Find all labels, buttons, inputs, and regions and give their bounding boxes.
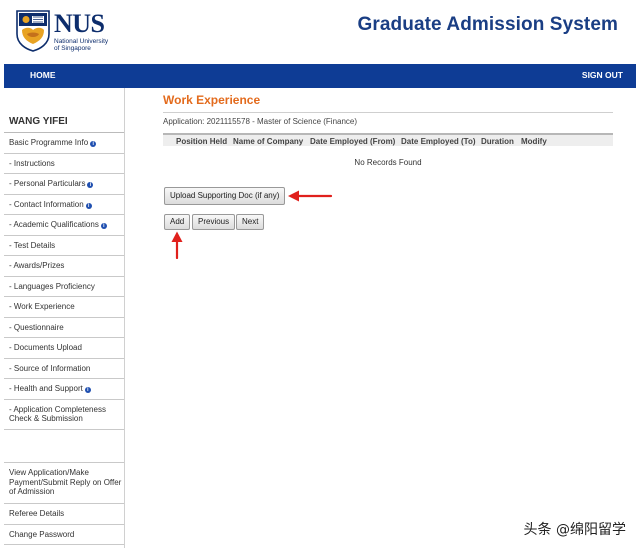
add-button[interactable]: Add [164, 214, 191, 230]
column-header-date-to: Date Employed (To) [401, 137, 476, 146]
sidebar-item-languages-proficiency[interactable]: - Languages Proficiency [4, 277, 124, 297]
sidebar-item-referee-details[interactable]: Referee Details [4, 504, 124, 525]
work-experience-table-header: Position Held Name of Company Date Emplo… [163, 133, 613, 146]
nus-logo-subtitle-line2: of Singapore [54, 45, 91, 52]
app-title: Graduate Admission System [357, 14, 618, 35]
sidebar-item-documents-upload[interactable]: - Documents Upload [4, 338, 124, 359]
sidebar-item-label: - Application Completeness Check & Submi… [9, 404, 106, 423]
info-icon[interactable]: i [85, 202, 92, 209]
upload-supporting-doc-button[interactable]: Upload Supporting Doc (if any) [164, 187, 286, 205]
section-title: Work Experience [163, 93, 261, 107]
sidebar-item-label: - Documents Upload [9, 343, 82, 352]
sidebar-item-instructions[interactable]: - Instructions [4, 154, 124, 174]
top-navbar: HOME SIGN OUT [4, 64, 636, 88]
sidebar-item-label: - Awards/Prizes [9, 261, 65, 270]
sidebar: WANG YIFEI Basic Programme Info i - Instr… [4, 88, 125, 548]
application-info: Application: 2021115578 - Master of Scie… [163, 117, 358, 126]
user-name: WANG YIFEI [9, 116, 68, 127]
sidebar-item-label: Change Password [9, 529, 75, 539]
sidebar-item-label: - Test Details [9, 240, 56, 250]
next-button[interactable]: Next [236, 214, 265, 230]
sidebar-item-application-completeness[interactable]: - Application Completeness Check & Submi… [4, 400, 124, 430]
red-arrow-icon [288, 190, 333, 202]
divider [163, 112, 613, 113]
sidebar-item-label: - Source of Information [9, 363, 91, 373]
sidebar-item-label: - Work Experience [9, 302, 75, 311]
sidebar-item-contact-information[interactable]: - Contact Information i [4, 195, 124, 215]
nus-logo-text: NUS [54, 9, 105, 38]
sidebar-item-label: - Questionnaire [9, 322, 64, 332]
column-header-modify: Modify [521, 137, 547, 146]
sidebar-item-label: - Health and Support [9, 384, 83, 393]
nus-logo[interactable]: NUS National University of Singapore [16, 10, 116, 56]
sidebar-item-questionnaire[interactable]: - Questionnaire [4, 318, 124, 338]
empty-table-message: No Records Found [354, 158, 422, 167]
sidebar-item-label: - Languages Proficiency [9, 281, 95, 291]
nav-signout-link[interactable]: SIGN OUT [582, 70, 623, 80]
sidebar-item-label: Referee Details [9, 509, 65, 518]
info-icon[interactable]: i [84, 387, 91, 393]
sidebar-item-personal-particulars[interactable]: - Personal Particulars i [4, 174, 124, 195]
sidebar-item-label: Basic Programme Info [9, 138, 89, 147]
column-header-date-from: Date Employed (From) [310, 137, 396, 146]
sidebar-menu: Basic Programme Info i - Instructions - P… [4, 133, 124, 430]
sidebar-item-health-and-support[interactable]: - Health and Support i [4, 379, 124, 400]
page-header: NUS National University of Singapore Gra… [0, 0, 640, 64]
column-header-duration: Duration [481, 137, 514, 146]
info-icon[interactable]: i [100, 223, 107, 229]
sidebar-item-label: View Application/Make Payment/Submit Rep… [9, 468, 122, 496]
sidebar-item-work-experience[interactable]: - Work Experience [4, 297, 124, 318]
sidebar-item-label: - Contact Information [9, 199, 84, 209]
sidebar-item-source-of-information[interactable]: - Source of Information [4, 359, 124, 379]
info-icon[interactable]: i [87, 182, 94, 188]
sidebar-item-academic-qualifications[interactable]: - Academic Qualifications i [4, 215, 124, 236]
sidebar-item-basic-programme-info[interactable]: Basic Programme Info i [4, 133, 124, 154]
nav-home-link[interactable]: HOME [30, 70, 56, 80]
column-header-position-held: Position Held [176, 137, 228, 146]
sidebar-item-test-details[interactable]: - Test Details [4, 236, 124, 256]
nus-logo-subtitle-line1: National University [54, 38, 109, 45]
sidebar-item-awards-prizes[interactable]: - Awards/Prizes [4, 256, 124, 277]
red-arrow-icon [171, 231, 183, 259]
info-icon[interactable]: i [90, 141, 97, 147]
sidebar-item-label: - Academic Qualifications [9, 220, 99, 229]
sidebar-item-label: - Instructions [9, 158, 55, 168]
sidebar-item-change-password[interactable]: Change Password [4, 525, 124, 545]
sidebar-item-label: - Personal Particulars [9, 179, 86, 188]
column-header-company: Name of Company [233, 137, 304, 146]
sidebar-item-view-application[interactable]: View Application/Make Payment/Submit Rep… [4, 463, 124, 504]
sidebar-bottom-menu: View Application/Make Payment/Submit Rep… [4, 462, 124, 545]
nus-crest-icon [16, 10, 50, 52]
previous-button[interactable]: Previous [192, 214, 236, 230]
watermark: 头条 @绵阳留学 [523, 522, 626, 538]
